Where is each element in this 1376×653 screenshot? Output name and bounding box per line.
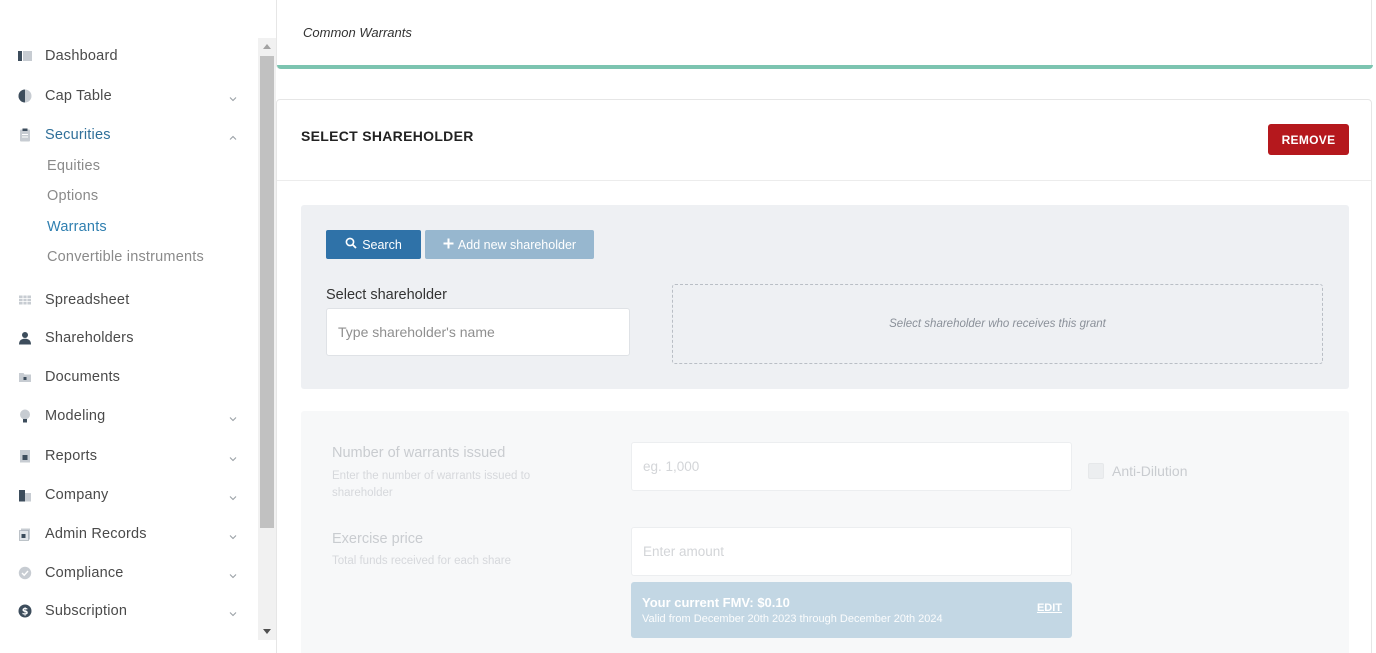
chevron-down-icon [228,529,238,540]
warrant-details-form: Number of warrants issued Enter the numb… [301,411,1349,653]
warrants-issued-input[interactable] [631,442,1072,491]
sidebar-item-label: Compliance [45,565,124,581]
dollar-circle-icon: $ [18,604,32,618]
sidebar-item-label: Modeling [45,408,106,424]
selected-shareholder-dropzone: Select shareholder who receives this gra… [672,284,1323,364]
anti-dilution-option[interactable]: Anti-Dilution [1088,463,1187,479]
sidebar-item-label: Admin Records [45,526,147,542]
chevron-up-icon [228,130,238,140]
shareholder-search-panel: Search Add new shareholder Select shareh… [301,205,1349,389]
anti-dilution-label: Anti-Dilution [1112,463,1188,479]
remove-button[interactable]: REMOVE [1268,124,1349,155]
sidebar-item-label: Company [45,487,109,503]
sidebar-item-label: Cap Table [45,88,112,104]
warrants-issued-help: Enter the number of warrants issued to s… [332,470,531,499]
fmv-value: Your current FMV: $0.10 [642,595,790,610]
scrollbar-thumb[interactable] [260,56,274,528]
clipboard-icon [18,128,32,142]
exercise-price-help: Total funds received for each share [332,555,511,567]
sidebar-item-label: Reports [45,448,98,464]
sidebar-item-reports[interactable]: Reports [0,441,250,471]
sidebar-item-label: Subscription [45,603,128,619]
sidebar-item-admin-records[interactable]: Admin Records [0,519,250,549]
sidebar-item-label: Securities [45,127,111,143]
warrants-issued-label: Number of warrants issued [332,445,506,461]
sidebar-item-subscription[interactable]: $ Subscription [0,596,250,626]
spreadsheet-icon [18,293,32,307]
fmv-edit-link[interactable]: EDIT [1037,602,1062,614]
admin-records-icon [18,527,32,541]
scroll-down-arrow-icon[interactable] [258,624,276,640]
sidebar-item-dashboard[interactable]: Dashboard [0,41,250,71]
sidebar-item-label: Dashboard [45,48,118,64]
fmv-info-box: Your current FMV: $0.10 Valid from Decem… [631,582,1072,638]
sidebar-item-company[interactable]: Company [0,480,250,510]
chevron-down-icon [228,606,238,617]
chevron-down-icon [228,411,238,422]
scroll-up-arrow-icon[interactable] [258,38,276,54]
lightbulb-icon [18,409,32,423]
chevron-down-icon [228,568,238,579]
add-new-shareholder-label: Add new shareholder [457,237,577,252]
fmv-validity: Valid from December 20th 2023 through De… [642,613,943,625]
sidebar-item-modeling[interactable]: Modeling [0,401,250,431]
plus-icon [443,238,454,252]
sidebar-item-documents[interactable]: Documents [0,362,250,392]
sidebar-item-label: Spreadsheet [45,292,130,308]
sidebar-item-label: Documents [45,369,121,385]
anti-dilution-checkbox[interactable] [1088,463,1104,479]
sidebar-subitem-equities[interactable]: Equities [47,158,100,174]
add-new-shareholder-button[interactable]: Add new shareholder [425,230,594,259]
select-shareholder-label: Select shareholder [326,287,447,303]
report-icon [18,449,32,463]
select-shareholder-card: SELECT SHAREHOLDER REMOVE Search Add new… [276,99,1372,653]
search-icon [345,237,357,252]
section-heading: SELECT SHAREHOLDER [301,128,474,144]
sidebar-item-cap-table[interactable]: Cap Table [0,81,250,111]
dashboard-icon [18,49,32,63]
sidebar-subitem-convertible-instruments[interactable]: Convertible instruments [47,249,204,265]
security-type-card: Common Warrants [276,0,1373,69]
chevron-down-icon [228,451,238,462]
pie-chart-icon [18,89,32,103]
folder-lock-icon [18,370,32,384]
sidebar-item-shareholders[interactable]: Shareholders [0,323,250,353]
sidebar-item-compliance[interactable]: Compliance [0,558,250,588]
shield-check-icon [18,566,32,580]
sidebar-subitem-warrants[interactable]: Warrants [47,219,107,235]
svg-text:$: $ [22,607,29,618]
sidebar: Dashboard Cap Table Securities Equities … [0,0,258,653]
search-button[interactable]: Search [326,230,421,259]
exercise-price-input[interactable] [631,527,1072,576]
card-header: SELECT SHAREHOLDER REMOVE [277,100,1371,181]
dropzone-hint: Select shareholder who receives this gra… [889,318,1106,330]
chevron-down-icon [228,91,238,102]
person-icon [18,331,32,345]
security-type-title: Common Warrants [303,25,412,40]
shareholder-name-input[interactable] [326,308,630,356]
sidebar-subitem-options[interactable]: Options [47,188,98,204]
search-button-label: Search [362,237,402,252]
sidebar-item-spreadsheet[interactable]: Spreadsheet [0,285,250,315]
chevron-down-icon [228,490,238,501]
sidebar-item-securities[interactable]: Securities [0,120,250,150]
sidebar-scrollbar[interactable] [258,38,276,640]
sidebar-item-label: Shareholders [45,330,134,346]
progress-accent-bar [277,65,1373,69]
building-icon [18,488,32,502]
exercise-price-label: Exercise price [332,531,424,547]
